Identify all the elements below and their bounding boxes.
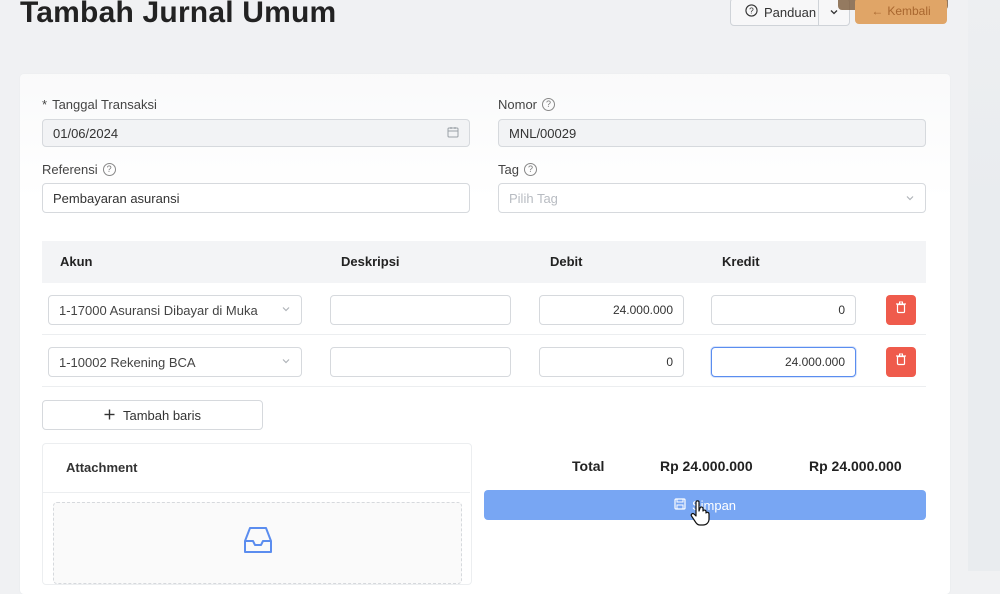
arrow-left-icon: ← (871, 4, 884, 18)
attachment-dropzone[interactable] (53, 502, 462, 584)
reference-input[interactable]: Pembayaran asuransi (42, 183, 470, 213)
number-label-text: Nomor (498, 97, 538, 112)
tag-label-text: Tag (498, 162, 519, 177)
row2-credit-input[interactable]: 24.000.000 (711, 347, 856, 377)
add-row-label: Tambah baris (122, 407, 202, 423)
row1-debit-input[interactable]: 24.000.000 (539, 295, 684, 325)
calendar-icon[interactable] (447, 126, 459, 141)
trash-icon (895, 301, 907, 319)
chevron-down-icon (281, 304, 291, 317)
number-label: Nomor ? (498, 97, 556, 112)
row1-account-select[interactable]: 1-17000 Asuransi Dibayar di Muka (48, 295, 302, 325)
chevron-down-icon (905, 191, 915, 206)
trash-icon (895, 353, 907, 371)
attachment-divider (42, 492, 470, 493)
add-row-button[interactable]: Tambah baris (42, 400, 263, 430)
guide-button[interactable]: ? Panduan (730, 0, 850, 26)
chevron-down-icon (281, 356, 291, 369)
row1-delete-button[interactable] (886, 295, 916, 325)
back-button[interactable]: ← Kembali (855, 0, 947, 24)
date-label-text: Tanggal Transaksi (52, 97, 157, 112)
row-divider (42, 386, 926, 387)
row-divider (42, 334, 926, 335)
total-debit: Rp 24.000.000 (660, 458, 753, 474)
column-header-description: Deskripsi (341, 254, 400, 269)
column-header-credit: Kredit (722, 254, 760, 269)
help-icon: ? (542, 98, 556, 111)
row1-description-input[interactable] (330, 295, 511, 325)
row1-credit-input[interactable]: 0 (711, 295, 856, 325)
date-value: 01/06/2024 (53, 125, 119, 141)
guide-button-label: Panduan (764, 4, 817, 20)
journal-table-header (42, 241, 926, 283)
required-mark: * (42, 97, 48, 112)
tag-select[interactable]: Pilih Tag (498, 183, 926, 213)
row2-delete-button[interactable] (886, 347, 916, 377)
row1-debit-value: 24.000.000 (612, 303, 673, 317)
number-value: MNL/00029 (509, 125, 577, 141)
page-title: Tambah Jurnal Umum (20, 0, 337, 29)
reference-value: Pembayaran asuransi (53, 190, 180, 206)
hand-cursor-icon (690, 500, 710, 531)
plus-icon (104, 408, 115, 423)
row2-account-select[interactable]: 1-10002 Rekening BCA (48, 347, 302, 377)
svg-text:?: ? (749, 6, 754, 16)
help-icon: ? (523, 163, 537, 176)
row2-debit-value: 0 (666, 355, 673, 369)
back-button-label: Kembali (887, 4, 931, 18)
total-label: Total (572, 458, 605, 474)
tag-placeholder: Pilih Tag (509, 190, 558, 206)
page-right-strip (968, 0, 1000, 571)
save-icon (674, 497, 686, 513)
help-icon: ? (102, 163, 116, 176)
question-circle-icon: ? (745, 4, 758, 20)
date-field[interactable]: 01/06/2024 (42, 119, 470, 147)
row2-description-input[interactable] (330, 347, 511, 377)
reference-label: Referensi ? (42, 162, 116, 177)
column-header-debit: Debit (550, 254, 583, 269)
tag-label: Tag ? (498, 162, 537, 177)
date-label: * Tanggal Transaksi (42, 97, 157, 112)
row2-credit-value: 24.000.000 (784, 355, 845, 369)
inbox-icon (242, 525, 274, 560)
attachment-title: Attachment (66, 460, 138, 475)
row2-account-value: 1-10002 Rekening BCA (59, 354, 196, 370)
row1-credit-value: 0 (838, 303, 845, 317)
total-credit: Rp 24.000.000 (809, 458, 902, 474)
row2-debit-input[interactable]: 0 (539, 347, 684, 377)
reference-label-text: Referensi (42, 162, 98, 177)
row1-account-value: 1-17000 Asuransi Dibayar di Muka (59, 302, 258, 318)
column-header-account: Akun (60, 254, 93, 269)
number-field[interactable]: MNL/00029 (498, 119, 926, 147)
